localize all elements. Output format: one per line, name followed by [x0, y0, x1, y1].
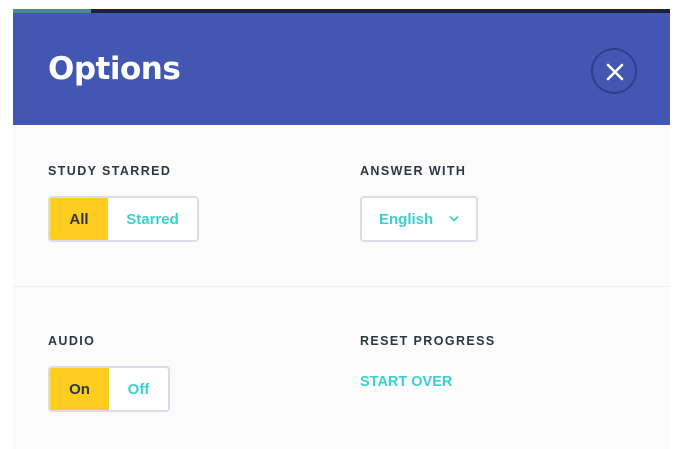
answer-with-value: English [379, 211, 434, 228]
answer-with-select[interactable]: English [360, 196, 478, 242]
modal-title: Options [48, 51, 181, 87]
study-starred-toggle: All Starred [48, 196, 199, 242]
options-modal: Options STUDY STARRED All Starred ANSWER… [13, 13, 670, 449]
study-starred-label: STUDY STARRED [48, 164, 172, 178]
audio-on-option[interactable]: On [50, 368, 109, 410]
start-over-link[interactable]: START OVER [360, 374, 452, 390]
audio-label: AUDIO [48, 334, 96, 348]
chevron-down-icon [449, 216, 459, 222]
answer-with-label: ANSWER WITH [360, 164, 467, 178]
audio-toggle: On Off [48, 366, 170, 412]
close-icon [606, 63, 624, 81]
study-starred-option[interactable]: Starred [108, 198, 197, 240]
audio-off-option[interactable]: Off [109, 368, 168, 410]
close-button[interactable] [591, 48, 637, 94]
reset-progress-label: RESET PROGRESS [360, 334, 496, 348]
section-divider [13, 286, 670, 287]
modal-header: Options [13, 13, 670, 125]
study-all-option[interactable]: All [50, 198, 108, 240]
